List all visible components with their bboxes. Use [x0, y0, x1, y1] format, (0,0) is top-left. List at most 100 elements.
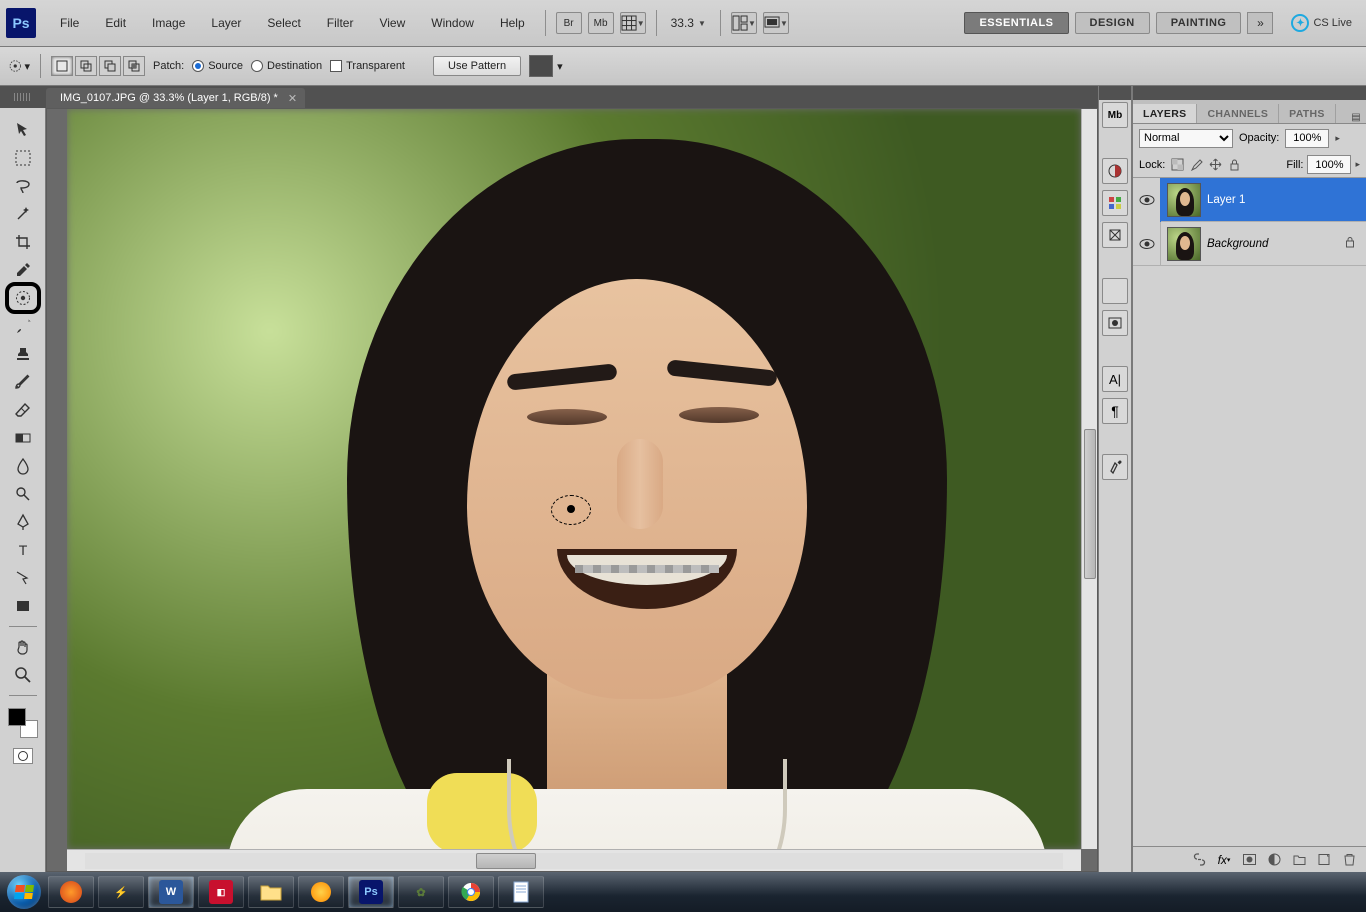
delete-layer-button[interactable]: [1338, 850, 1360, 870]
path-tool[interactable]: [9, 566, 37, 590]
crop-tool[interactable]: [9, 230, 37, 254]
taskbar-app2[interactable]: [298, 876, 344, 908]
taskbar-firefox[interactable]: [48, 876, 94, 908]
workspace-design[interactable]: DESIGN: [1075, 12, 1150, 34]
document-canvas[interactable]: [67, 109, 1081, 849]
paragraph-panel-icon[interactable]: ¶: [1102, 398, 1128, 424]
history-brush-tool[interactable]: [9, 370, 37, 394]
fill-input[interactable]: 100%: [1307, 155, 1351, 174]
workspace-essentials[interactable]: ESSENTIALS: [964, 12, 1068, 34]
eyedropper-tool[interactable]: [9, 258, 37, 282]
toolbox-grip[interactable]: [0, 86, 46, 108]
launch-minibridge-button[interactable]: Mb: [588, 12, 614, 34]
taskbar-explorer[interactable]: [248, 876, 294, 908]
patch-source-radio[interactable]: Source: [192, 60, 243, 72]
brush-tool[interactable]: [9, 314, 37, 338]
arrange-documents-button[interactable]: ▼: [731, 12, 757, 34]
zoom-tool[interactable]: [9, 663, 37, 687]
color-swatches[interactable]: [8, 708, 38, 738]
marquee-tool[interactable]: [9, 146, 37, 170]
layer-thumbnail[interactable]: [1167, 227, 1201, 261]
blur-tool[interactable]: [9, 454, 37, 478]
quickmask-button[interactable]: [13, 748, 33, 764]
menu-help[interactable]: Help: [488, 12, 537, 34]
opacity-input[interactable]: 100%: [1285, 129, 1329, 148]
layer-group-button[interactable]: [1288, 850, 1310, 870]
hand-tool[interactable]: [9, 635, 37, 659]
current-tool-icon[interactable]: ▾: [8, 55, 30, 77]
menu-select[interactable]: Select: [255, 12, 312, 34]
gradient-tool[interactable]: [9, 426, 37, 450]
transparent-checkbox[interactable]: Transparent: [330, 60, 405, 72]
character-panel-icon[interactable]: A|: [1102, 366, 1128, 392]
lock-transparent-button[interactable]: [1169, 157, 1185, 173]
pen-tool[interactable]: [9, 510, 37, 534]
eraser-tool[interactable]: [9, 398, 37, 422]
color-panel-icon[interactable]: [1102, 158, 1128, 184]
document-tab[interactable]: IMG_0107.JPG @ 33.3% (Layer 1, RGB/8) * …: [46, 88, 305, 108]
layer-visibility-toggle[interactable]: [1133, 222, 1161, 266]
workspace-more-button[interactable]: »: [1247, 12, 1273, 34]
foreground-color[interactable]: [8, 708, 26, 726]
masks-panel-icon[interactable]: [1102, 310, 1128, 336]
lock-all-button[interactable]: [1226, 157, 1242, 173]
stamp-tool[interactable]: [9, 342, 37, 366]
tab-paths[interactable]: PATHS: [1279, 104, 1336, 123]
layer-name[interactable]: Background: [1207, 238, 1268, 250]
tab-channels[interactable]: CHANNELS: [1197, 104, 1279, 123]
lock-position-button[interactable]: [1207, 157, 1223, 173]
wand-tool[interactable]: [9, 202, 37, 226]
move-tool[interactable]: [9, 118, 37, 142]
horizontal-scrollbar[interactable]: [67, 849, 1081, 871]
pattern-swatch[interactable]: [529, 55, 553, 77]
layer-name[interactable]: Layer 1: [1207, 194, 1245, 206]
launch-bridge-button[interactable]: Br: [556, 12, 582, 34]
lock-pixels-button[interactable]: [1188, 157, 1204, 173]
styles-panel-icon[interactable]: [1102, 222, 1128, 248]
layer-row[interactable]: Background: [1133, 222, 1366, 266]
layer-visibility-toggle[interactable]: [1133, 178, 1161, 222]
blend-mode-select[interactable]: Normal: [1139, 129, 1233, 148]
zoom-level-dropdown[interactable]: 33.3▼: [665, 16, 712, 30]
taskbar-app3[interactable]: ✿: [398, 876, 444, 908]
minibridge-panel-icon[interactable]: Mb: [1102, 102, 1128, 128]
layer-mask-button[interactable]: [1238, 850, 1260, 870]
vertical-scrollbar[interactable]: [1081, 109, 1097, 849]
patch-destination-radio[interactable]: Destination: [251, 60, 322, 72]
menu-layer[interactable]: Layer: [199, 12, 253, 34]
menu-file[interactable]: File: [48, 12, 91, 34]
adjustment-layer-button[interactable]: [1263, 850, 1285, 870]
swatches-panel-icon[interactable]: [1102, 190, 1128, 216]
lasso-tool[interactable]: [9, 174, 37, 198]
layer-thumbnail[interactable]: [1167, 183, 1201, 217]
taskbar-photoshop[interactable]: Ps: [348, 876, 394, 908]
screen-mode-button[interactable]: ▼: [763, 12, 789, 34]
taskbar-chrome[interactable]: [448, 876, 494, 908]
dodge-tool[interactable]: [9, 482, 37, 506]
use-pattern-button[interactable]: Use Pattern: [433, 56, 521, 76]
selection-new-button[interactable]: [51, 56, 73, 76]
type-tool[interactable]: T: [9, 538, 37, 562]
layer-style-button[interactable]: fx▾: [1213, 850, 1235, 870]
taskbar-winamp[interactable]: ⚡: [98, 876, 144, 908]
panel-menu-button[interactable]: ▤: [1346, 112, 1366, 123]
menu-filter[interactable]: Filter: [315, 12, 366, 34]
new-layer-button[interactable]: [1313, 850, 1335, 870]
menu-window[interactable]: Window: [419, 12, 486, 34]
shape-tool[interactable]: [9, 594, 37, 618]
layer-row[interactable]: Layer 1: [1133, 178, 1366, 222]
taskbar-notepad[interactable]: [498, 876, 544, 908]
workspace-painting[interactable]: PAINTING: [1156, 12, 1242, 34]
menu-edit[interactable]: Edit: [93, 12, 138, 34]
healing-brush-tool[interactable]: [9, 286, 37, 310]
tab-layers[interactable]: LAYERS: [1133, 104, 1197, 123]
view-extras-button[interactable]: ▼: [620, 12, 646, 34]
menu-view[interactable]: View: [367, 12, 417, 34]
selection-intersect-button[interactable]: [123, 56, 145, 76]
selection-add-button[interactable]: [75, 56, 97, 76]
menu-image[interactable]: Image: [140, 12, 197, 34]
taskbar-app1[interactable]: ◧: [198, 876, 244, 908]
close-icon[interactable]: ✕: [288, 92, 297, 105]
taskbar-word[interactable]: W: [148, 876, 194, 908]
tools-preset-icon[interactable]: [1102, 454, 1128, 480]
